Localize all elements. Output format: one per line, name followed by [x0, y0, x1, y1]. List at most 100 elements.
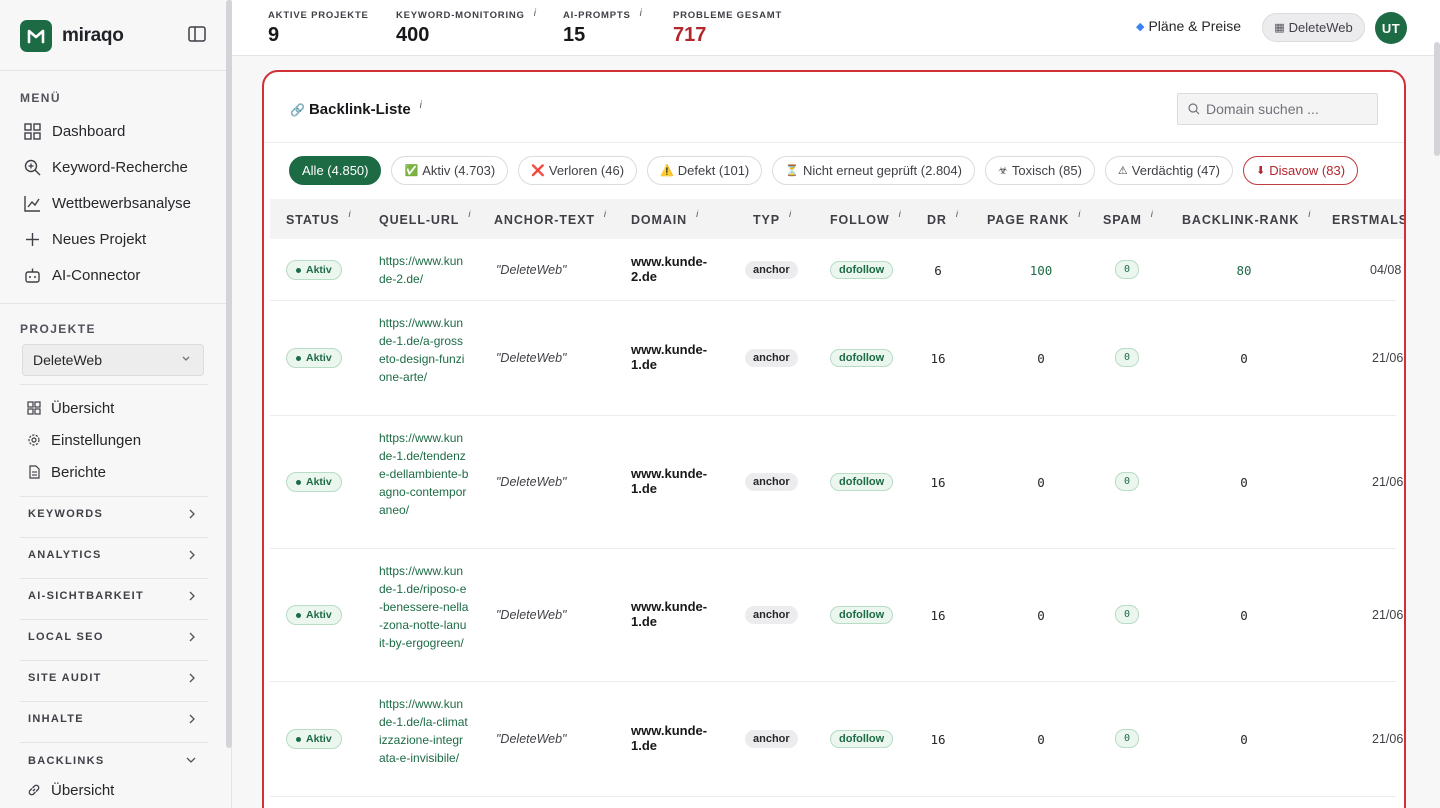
filter-alle[interactable]: Alle (4.850): [289, 156, 382, 185]
filter-verdaechtig[interactable]: ⚠ Verdächtig (47): [1104, 156, 1233, 185]
col-spam[interactable]: SPAM i: [1103, 209, 1153, 227]
filter-toxisch[interactable]: ☣ Toxisch (85): [984, 156, 1095, 185]
filter-defekt[interactable]: ⚠️ Defekt (101): [647, 156, 763, 185]
plans-label: Pläne & Preise: [1148, 18, 1242, 34]
info-icon[interactable]: i: [899, 209, 901, 227]
stat-value: 15: [563, 24, 586, 46]
project-overview[interactable]: Übersicht: [27, 397, 114, 419]
col-erstmals[interactable]: ERSTMALS: [1332, 213, 1404, 227]
status-text: Aktiv: [306, 352, 332, 364]
account-button[interactable]: ▦ DeleteWeb: [1262, 13, 1365, 42]
table-row[interactable]: Aktiv https://www.kunde-2.de/ "DeleteWeb…: [270, 239, 1401, 301]
project-select[interactable]: DeleteWeb: [22, 344, 204, 376]
dr-value: 16: [930, 475, 946, 490]
brand[interactable]: miraqo: [20, 20, 124, 52]
col-domain[interactable]: DOMAIN i: [631, 209, 698, 227]
info-icon[interactable]: i: [468, 209, 470, 227]
filter-aktiv[interactable]: ✅ Aktiv (4.703): [391, 156, 509, 185]
source-url-link[interactable]: https://www.kunde-1.de/riposo-e-benesser…: [379, 562, 469, 652]
project-reports[interactable]: Berichte: [27, 461, 106, 483]
col-follow[interactable]: FOLLOW i: [830, 209, 901, 227]
warning-icon: ⚠️: [660, 165, 674, 177]
source-url-link[interactable]: https://www.kunde-2.de/: [379, 252, 469, 288]
info-icon[interactable]: i: [1078, 209, 1080, 227]
info-icon[interactable]: i: [420, 100, 422, 111]
domain-search[interactable]: [1177, 93, 1378, 125]
follow-badge: dofollow: [830, 261, 894, 279]
source-url-link[interactable]: https://www.kunde-1.de/la-climatizzazion…: [379, 695, 469, 767]
filter-label: Disavow (83): [1269, 163, 1346, 178]
stat-label: PROBLEME GESAMT: [673, 10, 783, 21]
sidebar-toggle-icon[interactable]: [188, 26, 208, 44]
filter-label: Defekt (101): [677, 163, 750, 178]
main-scrollbar[interactable]: [1434, 42, 1440, 156]
hourglass-icon: ⏳: [785, 165, 799, 177]
nav-ai-connector[interactable]: AI-Connector: [24, 263, 140, 287]
avatar[interactable]: UT: [1375, 12, 1407, 44]
page-rank-value: 0: [1037, 475, 1045, 490]
info-icon[interactable]: i: [956, 209, 958, 227]
nav-label: Keyword-Recherche: [52, 158, 188, 176]
anchor-text: "DeleteWeb": [496, 351, 567, 365]
filter-disavow[interactable]: ⬇ Disavow (83): [1242, 156, 1359, 185]
sidebar-divider: [20, 496, 208, 497]
backlink-rank-value: 0: [1240, 351, 1248, 366]
table-row[interactable]: Aktiv https://www.kunde-1.de/la-climatiz…: [270, 682, 1403, 797]
chart-line-icon: [24, 195, 40, 212]
project-select-value: DeleteWeb: [33, 352, 103, 368]
nav-keyword-recherche[interactable]: Keyword-Recherche: [24, 155, 188, 179]
source-url-link[interactable]: https://www.kunde-1.de/a-grosseto-design…: [379, 314, 469, 386]
col-quell-url[interactable]: QUELL-URL i: [379, 209, 470, 227]
nav-neues-projekt[interactable]: Neues Projekt: [24, 227, 146, 251]
project-settings[interactable]: Einstellungen: [27, 429, 141, 451]
col-page-rank[interactable]: PAGE RANK i: [987, 209, 1080, 227]
info-icon[interactable]: i: [349, 209, 351, 227]
filter-label: Verloren (46): [548, 163, 625, 178]
filter-verloren[interactable]: ❌ Verloren (46): [518, 156, 638, 185]
stat-problems-total: PROBLEME GESAMT 717: [673, 10, 782, 47]
sub-item-label: Übersicht: [51, 399, 115, 417]
sidebar-scrollbar[interactable]: [226, 0, 232, 748]
card-title-text: Backlink-Liste: [308, 101, 411, 118]
table-row[interactable]: Aktiv https://www.kunde-1.de/a-grosseto-…: [270, 301, 1403, 416]
col-label: DR: [927, 213, 947, 227]
status-text: Aktiv: [306, 264, 332, 276]
nav-wettbewerbsanalyse[interactable]: Wettbewerbsanalyse: [24, 191, 191, 215]
info-icon[interactable]: i: [696, 209, 698, 227]
table-row[interactable]: Aktiv https://www.kunde-1.de/riposo-e-be…: [270, 549, 1403, 682]
grid-icon: [27, 401, 41, 415]
status-dot-icon: [296, 612, 301, 618]
nav-dashboard[interactable]: Dashboard: [24, 119, 125, 143]
type-badge: anchor: [745, 349, 798, 367]
group-local-seo[interactable]: LOCAL SEO: [28, 627, 200, 647]
source-url-link[interactable]: https://www.kunde-1.de/tendenze-dellambi…: [379, 429, 469, 519]
info-icon[interactable]: i: [789, 209, 791, 227]
gear-icon: [28, 434, 40, 446]
spam-badge: 0: [1115, 472, 1139, 491]
info-icon[interactable]: i: [640, 8, 643, 19]
sidebar: miraqo MENÜ Dashboard Keyword-Recherche …: [0, 0, 232, 808]
group-analytics[interactable]: ANALYTICS: [28, 545, 200, 565]
col-anchor-text[interactable]: ANCHOR-TEXT i: [494, 209, 606, 227]
domain-search-input[interactable]: [1206, 101, 1366, 117]
info-icon[interactable]: i: [1151, 209, 1153, 227]
col-label: PAGE RANK: [987, 213, 1070, 227]
filter-nicht-erneut-geprueft[interactable]: ⏳ Nicht erneut geprüft (2.804): [772, 156, 975, 185]
group-backlinks[interactable]: BACKLINKS: [28, 751, 200, 771]
group-keywords[interactable]: KEYWORDS: [28, 504, 200, 524]
col-status[interactable]: STATUS i: [286, 209, 351, 227]
info-icon[interactable]: i: [534, 8, 537, 19]
group-site-audit[interactable]: SITE AUDIT: [28, 668, 200, 688]
col-backlink-rank[interactable]: BACKLINK-RANK i: [1182, 209, 1310, 227]
info-icon[interactable]: i: [1308, 209, 1310, 227]
info-icon[interactable]: i: [604, 209, 606, 227]
col-dr[interactable]: DR i: [927, 209, 958, 227]
table-header: STATUS i QUELL-URL i ANCHOR-TEXT i DOMAIN i …: [270, 199, 1404, 239]
backlinks-overview[interactable]: Übersicht: [27, 779, 114, 801]
plans-link[interactable]: ◆ Pläne & Preise: [1136, 18, 1241, 34]
group-ai-sichtbarkeit[interactable]: AI-SICHTBARKEIT: [28, 586, 200, 606]
col-typ[interactable]: TYP i: [753, 209, 791, 227]
sidebar-divider: [20, 537, 208, 538]
group-inhalte[interactable]: INHALTE: [28, 709, 200, 729]
table-row[interactable]: Aktiv https://www.kunde-1.de/tendenze-de…: [270, 416, 1403, 549]
